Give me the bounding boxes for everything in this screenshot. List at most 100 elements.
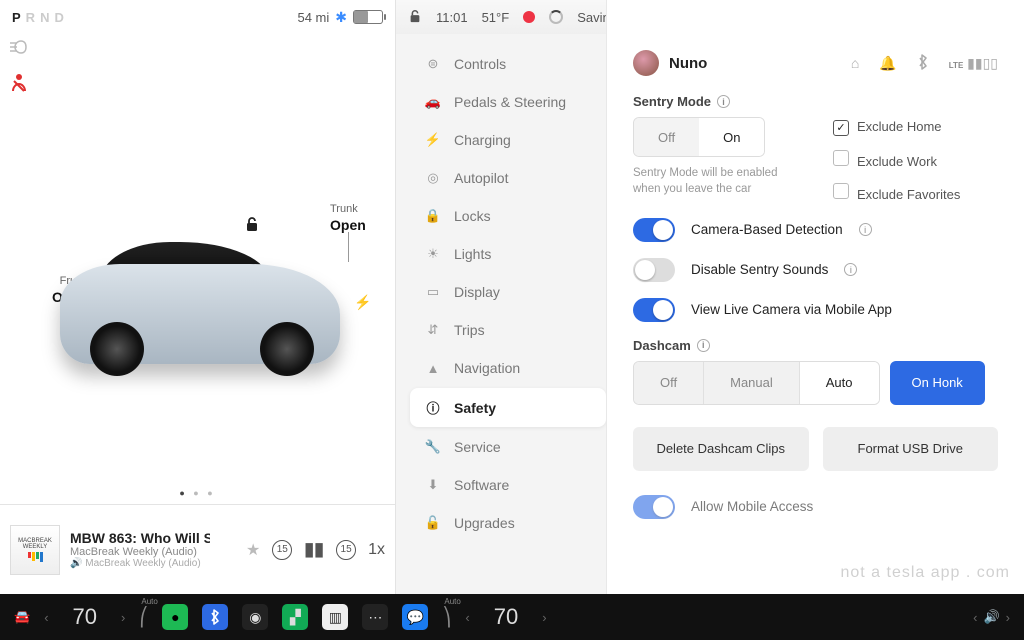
driver-temp[interactable]: 70 [63, 604, 107, 630]
disable-sounds-label: Disable Sentry Sounds [691, 262, 828, 277]
nav-icon: ☀ [424, 246, 442, 262]
nav-icon: ⚡ [424, 132, 442, 148]
nav-item-trips[interactable]: ⇵Trips [410, 312, 606, 348]
nav-label: Safety [454, 400, 496, 416]
battery-icon [353, 10, 383, 24]
media-player[interactable]: MACBREAK WEEKLY MBW 863: Who Will S MacB… [0, 504, 395, 594]
nav-icon: 🔒 [424, 208, 442, 224]
dashcam-off-option[interactable]: Off [634, 362, 704, 404]
nav-label: Autopilot [454, 170, 508, 186]
mobile-access-label: Allow Mobile Access [691, 499, 813, 514]
lock-icon[interactable] [408, 9, 422, 26]
driver-seat-heat[interactable]: Auto⎛ [139, 607, 148, 628]
avatar[interactable] [633, 50, 659, 76]
temp-down-left[interactable]: ‹ [44, 610, 48, 625]
info-icon[interactable]: i [717, 95, 730, 108]
camera-detection-toggle[interactable] [633, 218, 675, 242]
nav-icon: ⇵ [424, 322, 442, 338]
nav-item-pedals-steering[interactable]: 🚗Pedals & Steering [410, 84, 606, 120]
playback-speed[interactable]: 1x [368, 541, 385, 559]
nav-item-locks[interactable]: 🔒 Locks [410, 198, 606, 234]
nav-item-safety[interactable]: ⓘ Safety [410, 388, 606, 427]
dashcam-mode-segment[interactable]: Off Manual Auto [633, 361, 880, 405]
nav-icon: 🚗 [424, 94, 442, 110]
favorite-icon[interactable]: ★ [246, 540, 260, 560]
exclude-favorites-checkbox[interactable]: Exclude Favorites [833, 183, 960, 202]
disable-sounds-toggle[interactable] [633, 258, 675, 282]
format-usb-button[interactable]: Format USB Drive [823, 427, 999, 471]
nav-label: Locks [454, 208, 491, 224]
signal-icon: LTE ▮▮▯▯ [949, 55, 998, 72]
left-status-bar: P R N D 54 mi ✱ [0, 0, 395, 34]
temp-up-left[interactable]: › [121, 610, 125, 625]
sentry-toggle[interactable]: Off On [633, 117, 765, 157]
nav-label: Navigation [454, 360, 520, 376]
nav-label: Lights [454, 246, 491, 262]
temp-up-right[interactable]: › [542, 610, 546, 625]
temp-down-right[interactable]: ‹ [465, 610, 469, 625]
volume-icon[interactable]: 🔊 [983, 609, 999, 625]
info-icon[interactable]: i [859, 223, 872, 236]
info-icon[interactable]: i [697, 339, 710, 352]
nav-item-service[interactable]: 🔧Service [410, 429, 606, 465]
homelink-icon[interactable]: ⌂ [851, 55, 859, 71]
live-camera-toggle[interactable] [633, 298, 675, 322]
safety-settings-panel: Nuno ⌂ 🔔 LTE ▮▮▯▯ Sentry Mode i [606, 0, 1024, 594]
bluetooth-icon[interactable] [917, 54, 929, 73]
nav-icon: ▲ [424, 361, 442, 376]
nav-icon: 🔧 [424, 439, 442, 455]
notifications-icon[interactable]: 🔔 [879, 55, 896, 72]
pause-button[interactable]: ▮▮ [304, 539, 324, 560]
page-indicator[interactable]: ● ● ● [0, 488, 395, 498]
mobile-access-toggle[interactable] [633, 495, 675, 519]
exclude-home-checkbox[interactable]: ✓Exclude Home [833, 119, 960, 136]
nav-icon: ⓘ [424, 398, 442, 417]
outside-temp: 51°F [482, 10, 510, 25]
volume-down[interactable]: ‹ [973, 610, 977, 625]
loading-spinner-icon [549, 10, 563, 24]
volume-up[interactable]: › [1006, 610, 1010, 625]
nav-item-lights[interactable]: ☀ Lights [410, 236, 606, 272]
vehicle-status-panel: P R N D 54 mi ✱ Frun [0, 0, 396, 594]
dashcam-onhonk-button[interactable]: On Honk [890, 361, 985, 405]
settings-sidebar: ⊜Controls🚗Pedals & Steering ⚡ Charging ◎Aut… [396, 0, 606, 594]
media-source: 🔊 MacBreak Weekly (Audio) [70, 558, 210, 569]
sentry-on-option[interactable]: On [699, 118, 764, 156]
nav-icon: 🔓 [424, 515, 442, 531]
nav-label: Software [454, 477, 509, 493]
car-controls-icon[interactable]: 🚘 [14, 609, 30, 625]
nav-item-navigation[interactable]: ▲ Navigation [410, 350, 606, 386]
dashcam-manual-option[interactable]: Manual [704, 362, 800, 404]
sentry-mode-label: Sentry Mode [633, 94, 711, 109]
profile-name[interactable]: Nuno [669, 55, 707, 72]
passenger-temp[interactable]: 70 [484, 604, 528, 630]
gear-indicator: P R N D [12, 10, 65, 25]
sentry-off-option[interactable]: Off [634, 118, 699, 156]
info-icon[interactable]: i [844, 263, 857, 276]
passenger-seat-heat[interactable]: Auto⎞ [442, 607, 451, 628]
nav-item-upgrades[interactable]: 🔓Upgrades [410, 505, 606, 541]
energy-app-icon[interactable]: ▞ [282, 604, 308, 630]
nav-item-controls[interactable]: ⊜Controls [410, 46, 606, 82]
exclude-work-checkbox[interactable]: Exclude Work [833, 150, 960, 169]
nav-item-display[interactable]: ▭Display [410, 274, 606, 310]
nav-item-charging[interactable]: ⚡ Charging [410, 122, 606, 158]
spotify-app-icon[interactable]: ● [162, 604, 188, 630]
dashcam-label: Dashcam [633, 338, 691, 353]
skip-back-button[interactable]: 15 [272, 540, 292, 560]
more-apps-icon[interactable]: ⋯ [362, 604, 388, 630]
skip-forward-button[interactable]: 15 [336, 540, 356, 560]
camera-detection-label: Camera-Based Detection [691, 222, 843, 237]
media-artwork: MACBREAK WEEKLY [10, 525, 60, 575]
notes-app-icon[interactable]: ▥ [322, 604, 348, 630]
nav-label: Charging [454, 132, 511, 148]
dashcam-app-icon[interactable]: ◉ [242, 604, 268, 630]
nav-item-autopilot[interactable]: ◎Autopilot [410, 160, 606, 196]
messages-app-icon[interactable]: 💬 [402, 604, 428, 630]
delete-clips-button[interactable]: Delete Dashcam Clips [633, 427, 809, 471]
media-subtitle: MacBreak Weekly (Audio) [70, 546, 210, 558]
nav-item-software[interactable]: ⬇Software [410, 467, 606, 503]
dashcam-auto-option[interactable]: Auto [800, 362, 879, 404]
bluetooth-app-icon[interactable] [202, 604, 228, 630]
media-title: MBW 863: Who Will S [70, 530, 210, 546]
